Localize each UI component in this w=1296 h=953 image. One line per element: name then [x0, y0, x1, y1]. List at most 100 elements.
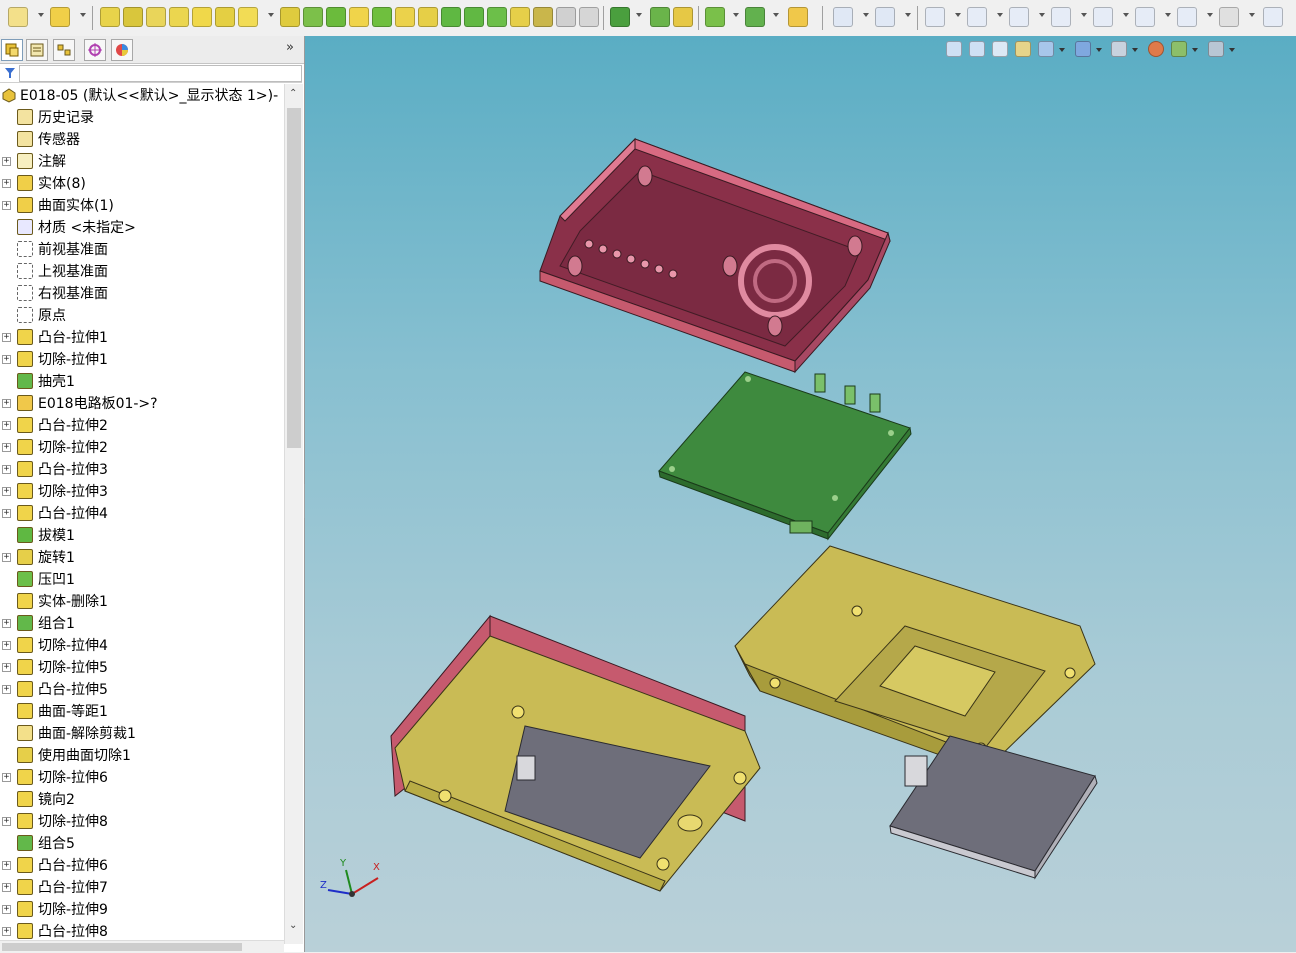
tree-item[interactable]: + 切除-拉伸8	[0, 810, 284, 832]
propertymanager-tab[interactable]	[26, 39, 48, 61]
arc-tool-icon[interactable]	[1093, 7, 1113, 27]
tree-item[interactable]: 原点	[0, 304, 284, 326]
tree-item[interactable]: + E018电路板01->?	[0, 392, 284, 414]
expand-toggle-icon[interactable]: +	[2, 861, 11, 870]
sketch-spline-dropdown-icon[interactable]	[1165, 13, 1171, 17]
dome-tool-icon[interactable]	[372, 7, 392, 27]
revolve-tool-icon[interactable]	[123, 7, 143, 27]
rib-tool-icon[interactable]	[303, 7, 323, 27]
filter-icon[interactable]	[4, 67, 16, 79]
tree-item[interactable]: + 旋转1	[0, 546, 284, 568]
tree-item[interactable]: + 凸台-拉伸2	[0, 414, 284, 436]
new-document-icon[interactable]	[8, 7, 28, 27]
tree-item[interactable]: + 凸台-拉伸5	[0, 678, 284, 700]
loft-tool-icon[interactable]	[169, 7, 189, 27]
expand-toggle-icon[interactable]: +	[2, 685, 11, 694]
expand-toggle-icon[interactable]: +	[2, 333, 11, 342]
tree-item[interactable]: 前视基准面	[0, 238, 284, 260]
tree-item[interactable]: 右视基准面	[0, 282, 284, 304]
ellipse-dropdown-icon[interactable]	[1207, 13, 1213, 17]
scroll-down-icon[interactable]: ⌄	[289, 920, 297, 931]
tree-item[interactable]: + 切除-拉伸9	[0, 898, 284, 920]
wrap-tool-icon[interactable]	[395, 7, 415, 27]
point-tool-icon[interactable]	[1263, 7, 1283, 27]
line-tool-icon[interactable]	[925, 7, 945, 27]
tree-item[interactable]: + 切除-拉伸2	[0, 436, 284, 458]
tree-item[interactable]: 压凹1	[0, 568, 284, 590]
tree-scroll-thumb[interactable]	[287, 108, 301, 448]
expand-toggle-icon[interactable]: +	[2, 399, 11, 408]
tree-item[interactable]: + 切除-拉伸5	[0, 656, 284, 678]
tree-item[interactable]: + 注解	[0, 150, 284, 172]
fillet-tool-icon[interactable]	[238, 7, 258, 27]
chamfer-tool-icon[interactable]	[280, 7, 300, 27]
split-tool-icon[interactable]	[464, 7, 484, 27]
tree-item[interactable]: 使用曲面切除1	[0, 744, 284, 766]
tree-item[interactable]: 抽壳1	[0, 370, 284, 392]
expand-toggle-icon[interactable]: +	[2, 905, 11, 914]
relations-icon[interactable]	[875, 7, 895, 27]
tree-item[interactable]: + 凸台-拉伸7	[0, 876, 284, 898]
tree-filter-input[interactable]	[19, 65, 302, 82]
tree-item[interactable]: + 凸台-拉伸8	[0, 920, 284, 942]
instant3d-dropdown-icon[interactable]	[733, 13, 739, 17]
rectangle-dropdown-icon[interactable]	[997, 13, 1003, 17]
slot-tool-icon[interactable]	[1009, 7, 1029, 27]
spline-dropdown-icon[interactable]	[773, 13, 779, 17]
ellipse-tool-icon[interactable]	[1177, 7, 1197, 27]
expand-toggle-icon[interactable]: +	[2, 355, 11, 364]
tree-item[interactable]: 曲面-解除剪裁1	[0, 722, 284, 744]
expand-toggle-icon[interactable]: +	[2, 883, 11, 892]
tree-item[interactable]: 镜向2	[0, 788, 284, 810]
tree-item[interactable]: 上视基准面	[0, 260, 284, 282]
expand-toggle-icon[interactable]: +	[2, 663, 11, 672]
tree-hscroll-thumb[interactable]	[2, 943, 242, 951]
cut-tool-icon[interactable]	[215, 7, 235, 27]
intersect-tool-icon[interactable]	[418, 7, 438, 27]
instant3d-icon[interactable]	[705, 7, 725, 27]
sketch-tool-icon[interactable]	[788, 7, 808, 27]
tree-item[interactable]: + 组合1	[0, 612, 284, 634]
tree-vertical-scrollbar[interactable]: ⌃ ⌄	[284, 84, 303, 944]
sketch-spline-icon[interactable]	[1135, 7, 1155, 27]
dimxpert-tab[interactable]	[84, 39, 106, 61]
sweep-tool-icon[interactable]	[146, 7, 166, 27]
linear-pattern-icon[interactable]	[610, 7, 630, 27]
spline-tool-icon[interactable]	[745, 7, 765, 27]
open-dropdown-icon[interactable]	[80, 13, 86, 17]
expand-panel-icon[interactable]: »	[286, 40, 294, 55]
tree-item[interactable]: + 凸台-拉伸1	[0, 326, 284, 348]
shell-tool-icon[interactable]	[349, 7, 369, 27]
tree-item[interactable]: 传感器	[0, 128, 284, 150]
tree-item[interactable]: 拔模1	[0, 524, 284, 546]
boundary-tool-icon[interactable]	[192, 7, 212, 27]
open-document-icon[interactable]	[50, 7, 70, 27]
expand-toggle-icon[interactable]: +	[2, 509, 11, 518]
featuremanager-tab[interactable]	[1, 39, 23, 61]
tree-item[interactable]: 实体-删除1	[0, 590, 284, 612]
configurationmanager-tab[interactable]	[53, 39, 75, 61]
relations-dropdown-icon[interactable]	[905, 13, 911, 17]
draft-tool-icon[interactable]	[326, 7, 346, 27]
tree-item[interactable]: + 切除-拉伸3	[0, 480, 284, 502]
indent-tool-icon[interactable]	[510, 7, 530, 27]
fillet-dropdown-icon[interactable]	[1249, 13, 1255, 17]
tree-item[interactable]: 组合5	[0, 832, 284, 854]
features-dropdown-icon[interactable]	[268, 13, 274, 17]
circle-tool-icon[interactable]	[1051, 7, 1071, 27]
tree-item[interactable]: 曲面-等距1	[0, 700, 284, 722]
tree-item[interactable]: + 实体(8)	[0, 172, 284, 194]
tree-root-part[interactable]: E018-05 (默认<<默认>_显示状态 1>)-	[0, 84, 284, 106]
pattern-dropdown-icon[interactable]	[636, 13, 642, 17]
expand-toggle-icon[interactable]: +	[2, 817, 11, 826]
tree-item[interactable]: + 凸台-拉伸6	[0, 854, 284, 876]
tree-item[interactable]: 历史记录	[0, 106, 284, 128]
reference-geometry-icon[interactable]	[650, 7, 670, 27]
expand-toggle-icon[interactable]: +	[2, 553, 11, 562]
surface-cut-tool-icon[interactable]	[533, 7, 553, 27]
tree-item[interactable]: + 切除-拉伸4	[0, 634, 284, 656]
tree-item[interactable]: 材质 <未指定>	[0, 216, 284, 238]
tree-item[interactable]: + 切除-拉伸6	[0, 766, 284, 788]
expand-toggle-icon[interactable]: +	[2, 641, 11, 650]
expand-toggle-icon[interactable]: +	[2, 927, 11, 936]
